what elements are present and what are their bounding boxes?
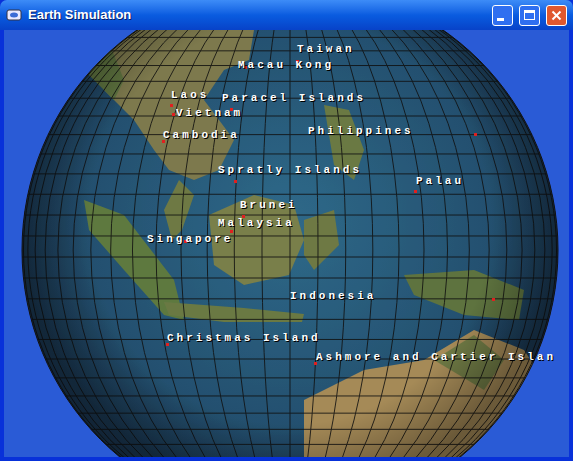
place-label[interactable]: Indonesia (290, 290, 376, 303)
place-marker[interactable] (234, 180, 237, 183)
place-marker[interactable] (414, 190, 417, 193)
app-icon (6, 7, 22, 23)
place-label[interactable]: Palau (416, 175, 464, 188)
title-bar[interactable]: Earth Simulation (0, 0, 573, 30)
place-label[interactable]: Ashmore and Cartier Islan (316, 351, 556, 364)
place-label[interactable]: Cambodia (163, 129, 240, 142)
maximize-button[interactable] (519, 5, 540, 26)
place-label[interactable]: Macau Kong (238, 59, 334, 72)
minimize-icon (497, 18, 504, 21)
close-icon (551, 10, 562, 21)
place-marker[interactable] (474, 133, 477, 136)
place-marker[interactable] (172, 113, 175, 116)
globe-view[interactable]: Taiwan Macau Kong Laos Paracel Islands Vietn… (4, 30, 569, 457)
place-label[interactable]: Paracel Islands (222, 92, 366, 105)
place-label[interactable]: Malaysia (218, 217, 295, 230)
place-marker[interactable] (492, 298, 495, 301)
window-title: Earth Simulation (28, 5, 486, 25)
maximize-icon (524, 10, 535, 20)
place-marker[interactable] (230, 230, 233, 233)
place-label[interactable]: Taiwan (297, 43, 355, 56)
place-label[interactable]: Singapore (147, 233, 233, 246)
place-label[interactable]: Vietnam (176, 107, 243, 120)
place-label[interactable]: Brunei (240, 199, 298, 212)
place-label[interactable]: Spratly Islands (218, 164, 362, 177)
place-marker[interactable] (170, 104, 173, 107)
place-label[interactable]: Philippines (308, 125, 414, 138)
place-label[interactable]: Laos (171, 89, 209, 102)
place-label[interactable]: Christmas Island (167, 332, 321, 345)
minimize-button[interactable] (492, 5, 513, 26)
close-button[interactable] (546, 5, 567, 26)
app-window: Earth Simulation Taiwan Macau Kong Laos Para… (0, 0, 573, 461)
